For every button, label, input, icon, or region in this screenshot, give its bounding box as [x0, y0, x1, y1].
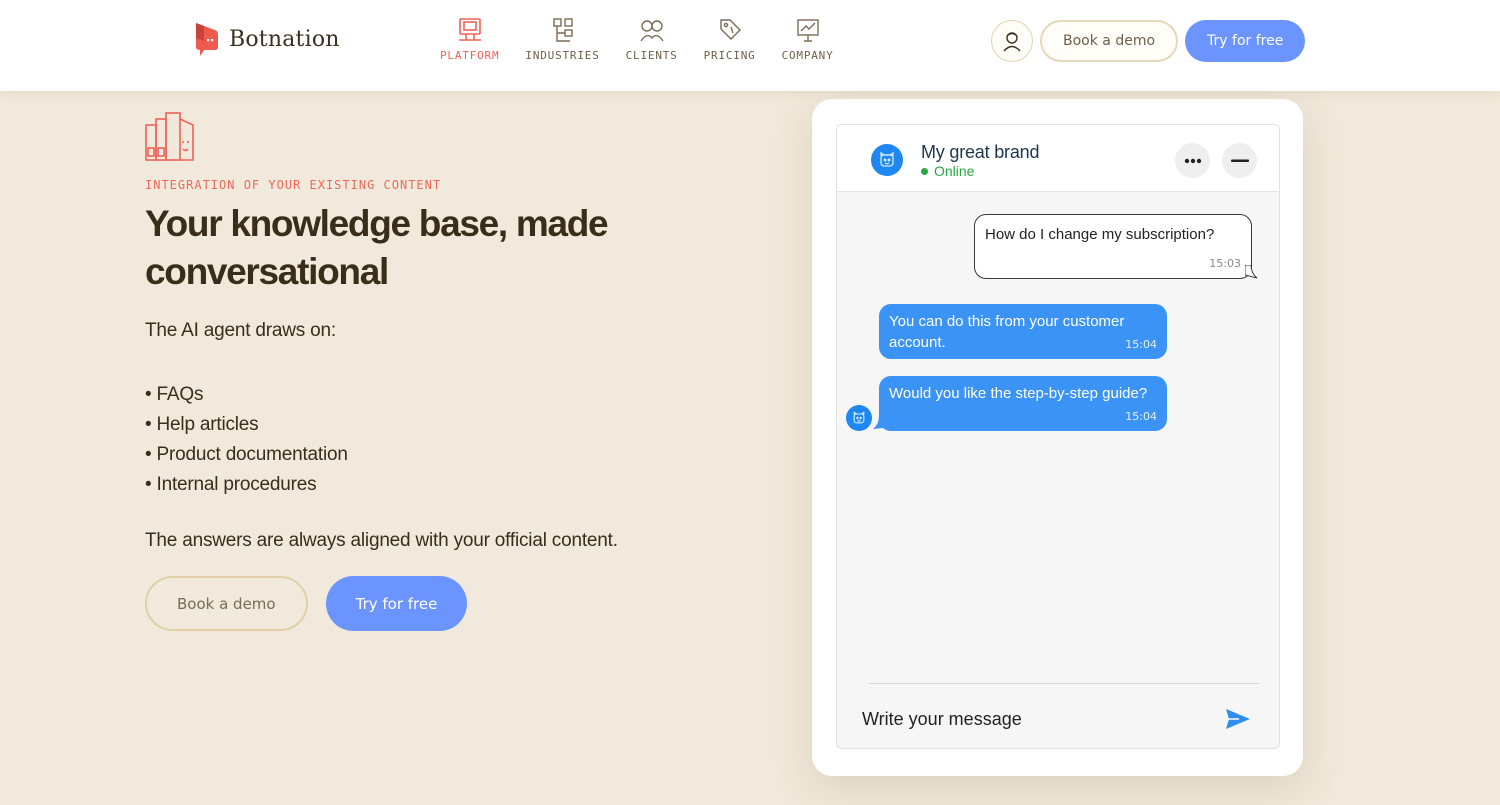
message-input[interactable]: Write your message	[862, 709, 1022, 730]
presentation-icon	[796, 19, 819, 42]
nav-item-pricing[interactable]: PRICING	[704, 16, 756, 62]
message-text: How do I change my subscription?	[985, 226, 1215, 243]
chat-header: My great brand Online	[837, 125, 1279, 192]
list-item: • FAQs	[145, 384, 204, 405]
minimize-icon	[1230, 159, 1249, 162]
nav-item-clients[interactable]: CLIENTS	[626, 16, 678, 62]
bot-face-icon	[853, 411, 865, 424]
knowledge-base-icon	[145, 112, 194, 161]
message-text: You can do this from your customer accou…	[889, 313, 1125, 351]
message-time: 15:04	[1125, 410, 1157, 423]
people-icon	[640, 20, 664, 42]
bot-avatar	[871, 144, 903, 176]
account-button[interactable]	[991, 20, 1033, 62]
online-status: Online	[921, 163, 974, 179]
message-time: 15:03	[1209, 257, 1241, 270]
more-options-button[interactable]	[1175, 143, 1210, 178]
header-actions: Book a demo Try for free	[991, 20, 1306, 62]
building-icon	[552, 18, 573, 42]
price-tag-icon	[719, 19, 741, 40]
main-nav: PLATFORM INDUSTRIES CLIENTS PRICING COMP…	[440, 16, 860, 62]
chat-brand-name: My great brand	[921, 142, 1040, 162]
more-dots-icon	[1184, 158, 1201, 163]
computer-icon	[458, 18, 481, 41]
status-label: Online	[934, 163, 975, 179]
bot-avatar	[846, 405, 872, 431]
try-free-button[interactable]: Try for free	[325, 576, 468, 631]
composer-divider	[869, 683, 1259, 684]
list-item: • Product documentation	[145, 444, 348, 465]
bubble-tail-icon	[873, 416, 883, 429]
site-header: Botnation PLATFORM INDUSTRIES CLIENTS PR…	[0, 0, 1500, 91]
user-message: How do I change my subscription? 15:03	[974, 214, 1252, 279]
book-demo-button[interactable]: Book a demo	[145, 576, 308, 631]
hero-closing: The answers are always aligned with your…	[145, 530, 618, 551]
online-dot-icon	[921, 167, 928, 175]
user-avatar-icon	[1003, 32, 1021, 52]
nav-item-company[interactable]: COMPANY	[782, 16, 834, 62]
minimize-button[interactable]	[1222, 143, 1257, 178]
message-text: Would you like the step-by-step guide?	[889, 385, 1148, 402]
bubble-tail-icon	[1245, 265, 1258, 279]
hero-title: Your knowledge base, made conversational	[145, 203, 609, 292]
header-book-demo-button[interactable]: Book a demo	[1040, 20, 1179, 62]
bot-message: You can do this from your customer accou…	[879, 304, 1167, 359]
chat-widget-frame: My great brand Online How do I change my…	[812, 99, 1303, 776]
header-try-free-button[interactable]: Try for free	[1185, 20, 1306, 62]
hero-intro: The AI agent draws on:	[145, 320, 336, 341]
bot-face-icon	[880, 151, 894, 167]
hero-cta-row: Book a demo Try for free	[145, 576, 468, 631]
send-icon[interactable]	[1225, 708, 1251, 730]
bot-message: Would you like the step-by-step guide? 1…	[879, 376, 1167, 431]
chat-window: My great brand Online How do I change my…	[836, 124, 1280, 749]
message-time: 15:04	[1125, 338, 1157, 351]
list-item: • Internal procedures	[145, 474, 317, 495]
nav-item-platform[interactable]: PLATFORM	[440, 16, 499, 62]
section-eyebrow: INTEGRATION OF YOUR EXISTING CONTENT	[145, 178, 442, 192]
nav-item-industries[interactable]: INDUSTRIES	[525, 16, 599, 62]
source-list: • FAQs • Help articles • Product documen…	[145, 380, 348, 500]
logo-text: Botnation	[229, 27, 340, 52]
botnation-logo-icon	[196, 23, 218, 56]
logo[interactable]: Botnation	[193, 21, 340, 58]
list-item: • Help articles	[145, 414, 259, 435]
